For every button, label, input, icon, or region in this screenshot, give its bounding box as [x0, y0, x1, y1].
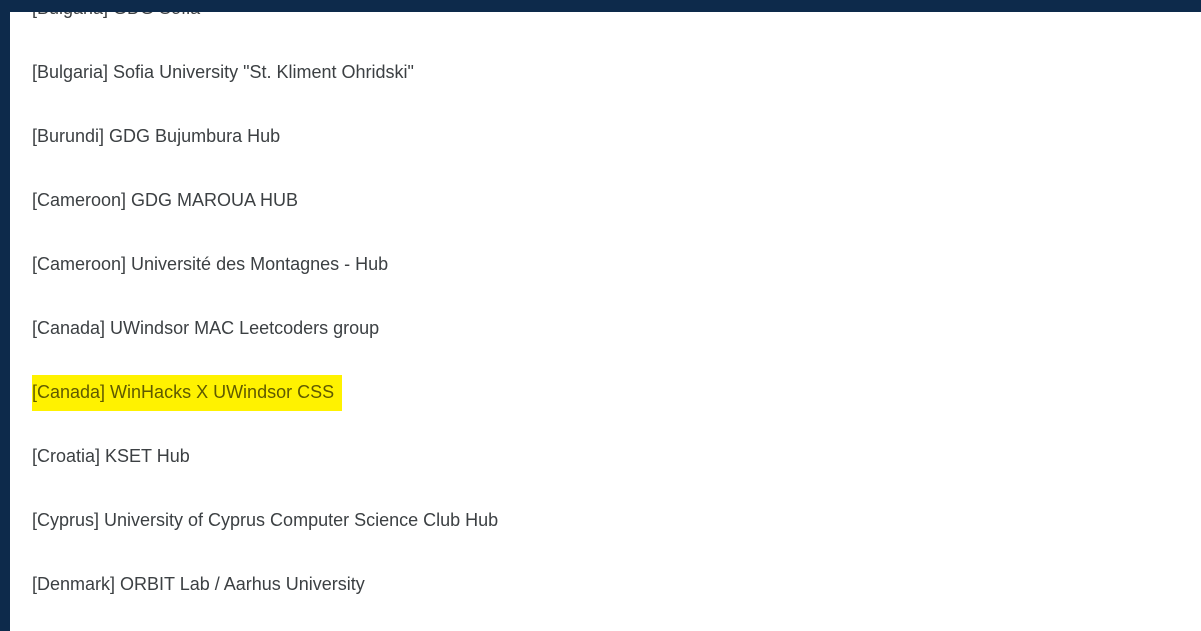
list-item-label: [Burundi] GDG Bujumbura Hub	[32, 126, 281, 146]
dropdown-list-panel: [Bulgaria] GDG Sofia [Bulgaria] Sofia Un…	[10, 12, 1201, 631]
list-item-cameroon-universite-des-montagnes[interactable]: [Cameroon] Université des Montagnes - Hu…	[32, 244, 394, 284]
list-item-label: [Cyprus] University of Cyprus Computer S…	[32, 510, 499, 530]
list-item-canada-uwindsor-mac-leetcoders[interactable]: [Canada] UWindsor MAC Leetcoders group	[32, 308, 385, 348]
list-item-label: [Canada] UWindsor MAC Leetcoders group	[32, 318, 380, 338]
window-edge-marker	[0, 286, 4, 300]
list-item-cyprus-university-cs-club[interactable]: [Cyprus] University of Cyprus Computer S…	[32, 500, 504, 540]
list-item-cameroon-gdg-maroua[interactable]: [Cameroon] GDG MAROUA HUB	[32, 180, 304, 220]
window-edge-marker	[0, 118, 4, 132]
list-item-bulgaria-gdg-sofia[interactable]: [Bulgaria] GDG Sofia	[32, 12, 206, 28]
list-item-canada-winhacks-uwindsor-css[interactable]: [Canada] WinHacks X UWindsor CSS	[32, 372, 343, 412]
window-edge-marker	[0, 432, 4, 446]
list-item-label: [Bulgaria] Sofia University "St. Kliment…	[32, 62, 414, 82]
list-item-label: [Cameroon] GDG MAROUA HUB	[32, 190, 299, 210]
list-item-label: [Croatia] KSET Hub	[32, 446, 190, 466]
list-item-denmark-orbit-lab[interactable]: [Denmark] ORBIT Lab / Aarhus University	[32, 564, 371, 604]
highlighted-list-item-label: [Canada] WinHacks X UWindsor CSS	[32, 375, 343, 411]
list-item-bulgaria-sofia-university[interactable]: [Bulgaria] Sofia University "St. Kliment…	[32, 52, 420, 92]
list-item-burundi-gdg-bujumbura[interactable]: [Burundi] GDG Bujumbura Hub	[32, 116, 286, 156]
list-item-label: [Cameroon] Université des Montagnes - Hu…	[32, 254, 389, 274]
list-item-label: [Bulgaria] GDG Sofia	[32, 12, 206, 23]
list-item-label: [Denmark] ORBIT Lab / Aarhus University	[32, 574, 365, 594]
list-item-croatia-kset[interactable]: [Croatia] KSET Hub	[32, 436, 196, 476]
